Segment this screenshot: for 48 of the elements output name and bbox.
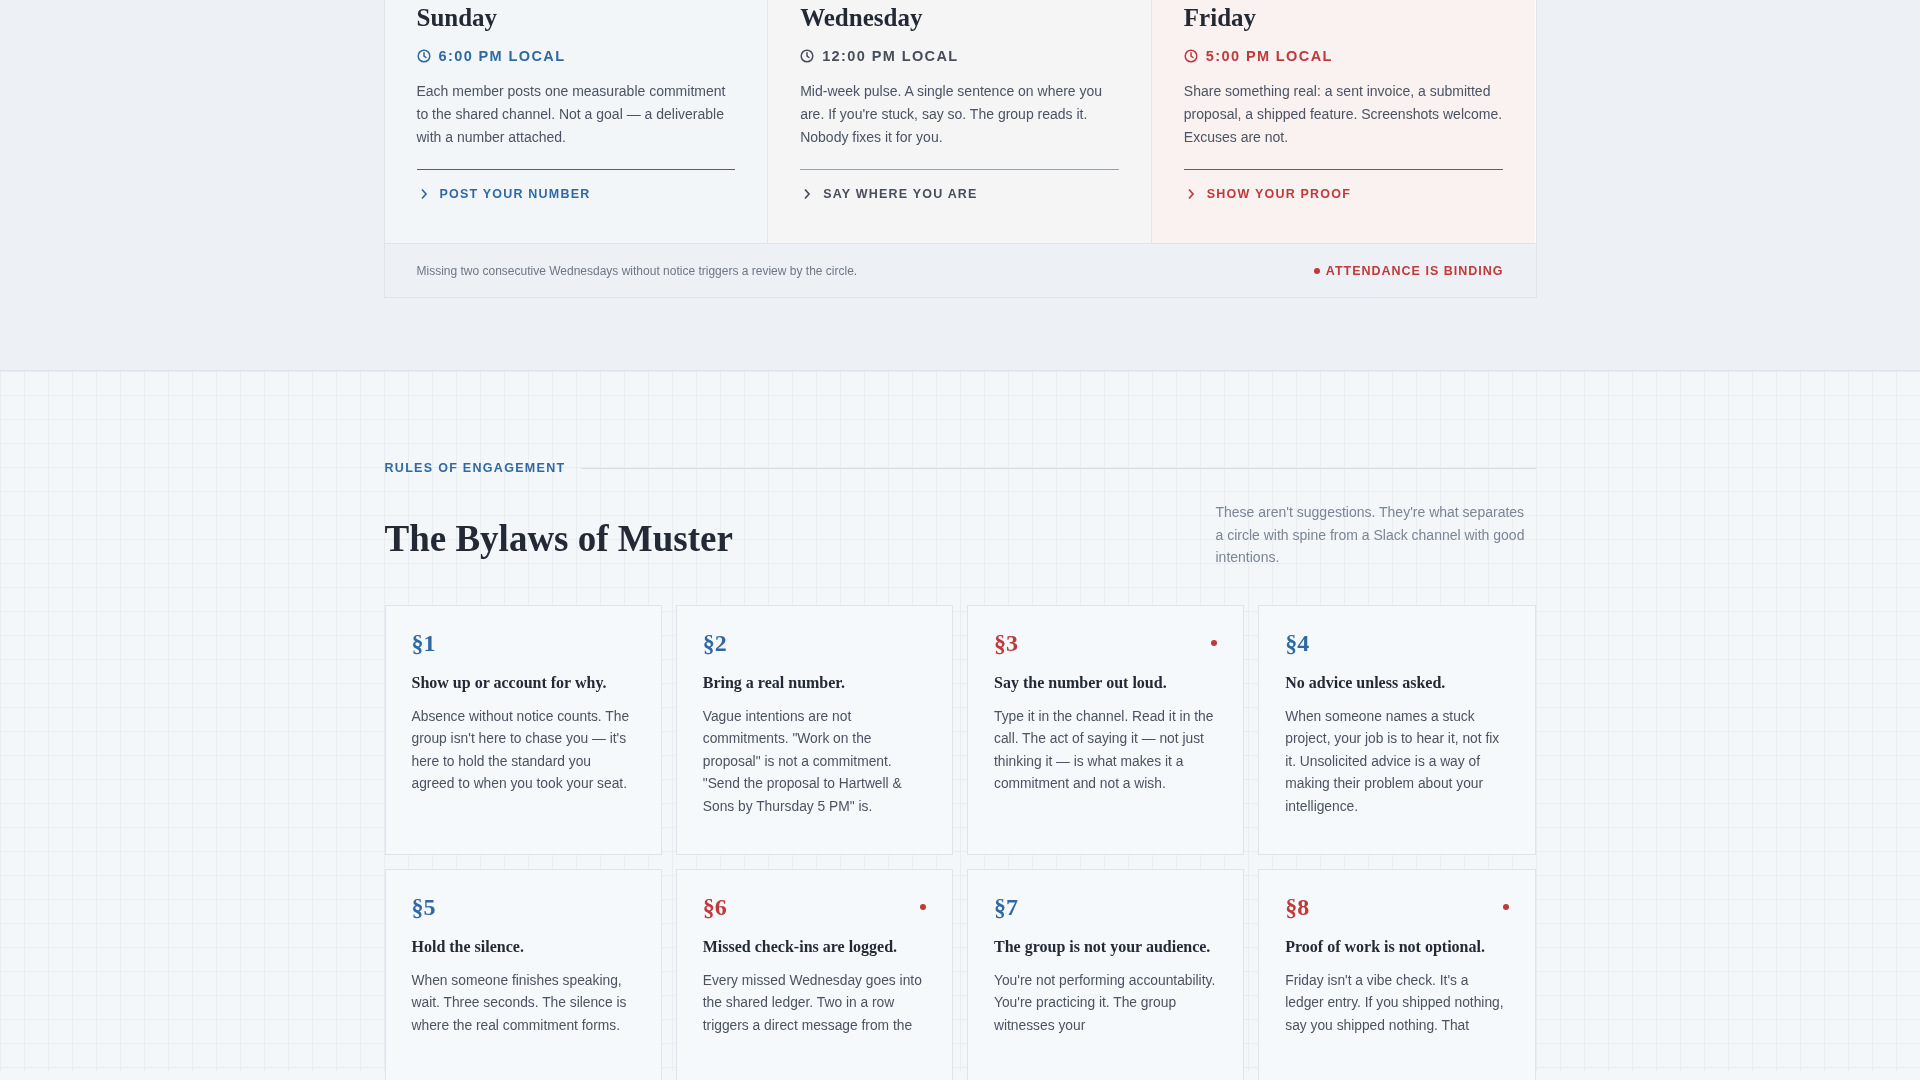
section-eyebrow: RULES OF ENGAGEMENT	[384, 461, 566, 475]
section-intro: These aren't suggestions. They're what separates a circle with spine from a Slack channel with good intentions.	[1215, 503, 1526, 567]
bylaw-number: §7	[994, 893, 1018, 921]
day-title: Sunday	[416, 3, 499, 32]
chevron-icon	[803, 188, 812, 200]
bylaw-text: Absence without notice counts. The group isn't here to chase you — it's here to hold the standard you agreed to when you took your seat.	[411, 707, 631, 793]
bylaw-title: Hold the silence.	[411, 937, 525, 956]
bylaw-text: When someone names a stuck project, your job is to hear it, not fix it. Unsolicited advice is a way of making their problem about your intelligence.	[1285, 707, 1501, 816]
binding-label: ATTENDANCE IS BINDING	[1325, 263, 1504, 278]
footnote: Missing two consecutive Wednesdays without notice triggers a review by the circle.	[416, 263, 858, 278]
time-label: 6:00 PM LOCAL	[438, 48, 566, 64]
bylaw-number: §8	[1285, 893, 1310, 921]
day-description: Mid-week pulse. A single sentence on where you are. If you're stuck, say so. The group reads it. Nobody fixes it for you.	[800, 82, 1104, 147]
bylaw-title: Bring a real number.	[702, 673, 846, 692]
day-title: Friday	[1183, 3, 1258, 32]
bylaw-number: §2	[702, 629, 727, 657]
clock-icon	[416, 49, 431, 63]
time-label: 12:00 PM LOCAL	[822, 48, 959, 64]
bylaw-number: §5	[411, 893, 436, 921]
dot-icon	[1502, 904, 1509, 910]
time-label: 5:00 PM LOCAL	[1205, 48, 1333, 64]
section-title: The Bylaws of Muster	[384, 517, 733, 560]
bylaw-text: Vague intentions are not commitments. "Work on the proposal" is not a commitment. "Send the proposal to Hartwell & Sons by Thursday 5 PM" is.	[702, 707, 903, 816]
dot-icon	[920, 904, 926, 910]
bylaw-title: Missed check-ins are logged.	[702, 937, 899, 956]
bylaw-number: §6	[702, 893, 727, 921]
bylaw-text: Every missed Wednesday goes into the shared ledger. Two in a row triggers a direct message from the	[702, 971, 923, 1035]
bylaw-text: When someone finishes speaking, wait. Three seconds. The silence is where the real commitment forms.	[411, 971, 628, 1035]
bylaw-number: §1	[411, 629, 436, 657]
bylaw-text: Type it in the channel. Read it in the call. The act of saying it — not just thinking it — is what makes it a commitment and not a wish.	[994, 707, 1215, 793]
bylaw-title: The group is not your audience.	[994, 937, 1212, 956]
chevron-icon	[419, 188, 428, 200]
clock-icon	[800, 49, 815, 63]
clock-icon	[1183, 49, 1198, 63]
bylaw-number: §3	[994, 629, 1018, 657]
dot-icon	[1313, 267, 1320, 274]
bylaw-title: Show up or account for why.	[411, 673, 608, 692]
day-description: Each member posts one measurable commitment to the shared channel. Not a goal — a deliverable with a number attached.	[416, 82, 727, 147]
dot-icon	[1211, 640, 1218, 646]
bylaw-title: Proof of work is not optional.	[1285, 937, 1486, 956]
bylaw-title: No advice unless asked.	[1285, 673, 1447, 692]
chevron-icon	[1186, 188, 1195, 200]
bylaw-text: Friday isn't a vibe check. It's a ledger entry. If you shipped nothing, say you shipped nothing. That	[1285, 971, 1505, 1035]
day-title: Wednesday	[800, 3, 924, 32]
bylaw-text: You're not performing accountability. You're practicing it. The group witnesses your	[994, 971, 1217, 1035]
bylaw-number: §4	[1285, 629, 1310, 657]
bylaw-title: Say the number out loud.	[994, 673, 1168, 692]
day-description: Share something real: a sent invoice, a submitted proposal, a shipped feature. Screenshots welcome. Excuses are not.	[1183, 82, 1504, 147]
